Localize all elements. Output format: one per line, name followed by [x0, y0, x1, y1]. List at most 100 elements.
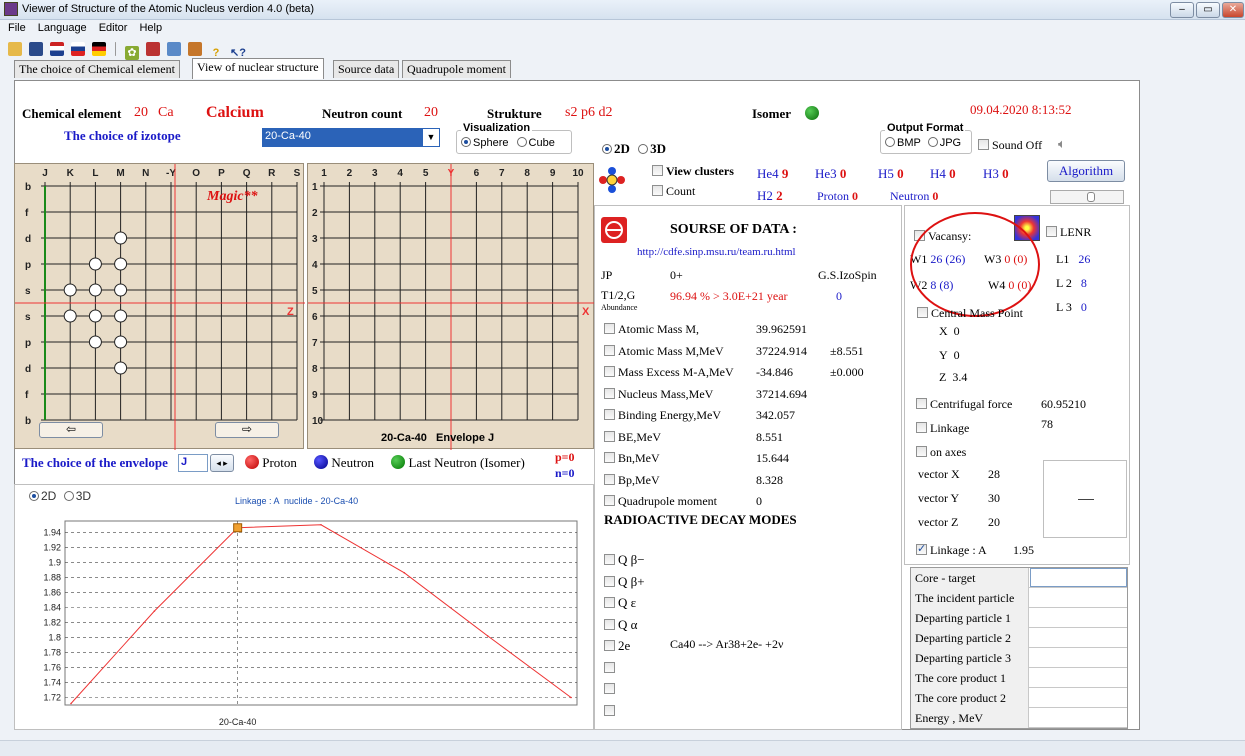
reaction-row[interactable]: Departing particle 2 [911, 628, 1127, 648]
minimize-button[interactable]: – [1170, 2, 1194, 18]
isotope-select[interactable]: 20-Ca-40 ▼ [262, 128, 440, 147]
property-checkbox[interactable] [604, 323, 615, 334]
chart-3d-radio[interactable] [63, 491, 74, 501]
last-neutron-legend: Last Neutron (Isomer) [408, 455, 525, 470]
mode-2d-radio[interactable] [602, 144, 612, 154]
decay-checkbox[interactable] [604, 683, 615, 694]
menu-editor[interactable]: Editor [91, 20, 132, 34]
decay-checkbox[interactable] [604, 704, 615, 716]
algorithm-button[interactable]: Algorithm [1047, 160, 1125, 182]
grid-col-label: S [294, 168, 301, 179]
reaction-row[interactable]: Departing particle 3 [911, 648, 1127, 668]
property-checkbox[interactable] [604, 344, 615, 356]
scroll-left-button[interactable]: ⇦ [39, 422, 103, 438]
chart-y-tick: 1.72 [43, 692, 61, 702]
central-mass-checkbox[interactable] [917, 307, 928, 318]
decay-row [604, 681, 618, 697]
print-icon[interactable] [188, 42, 202, 56]
decay-checkbox[interactable] [604, 554, 615, 565]
nucleon-circle[interactable] [88, 309, 102, 323]
property-checkbox[interactable] [604, 495, 615, 506]
nucleon-circle[interactable] [88, 257, 102, 271]
sphere-radio[interactable] [461, 137, 471, 147]
decay-checkbox[interactable] [604, 597, 615, 608]
linkage-checkbox[interactable] [916, 422, 927, 433]
chart-icon[interactable] [167, 42, 181, 56]
tab-nuclear-structure[interactable]: View of nuclear structure [192, 58, 324, 79]
count-checkbox[interactable] [652, 185, 663, 196]
bmp-radio[interactable] [885, 137, 895, 147]
sound-off-checkbox[interactable] [978, 139, 989, 150]
decay-checkbox[interactable] [604, 618, 615, 630]
speed-slider[interactable] [1050, 190, 1124, 204]
envelope-input[interactable]: J [178, 454, 208, 472]
reaction-row[interactable]: Departing particle 1 [911, 608, 1127, 628]
neutron-dot-icon [314, 455, 329, 469]
reaction-row[interactable]: Energy , MeV [911, 708, 1127, 728]
property-checkbox[interactable] [604, 430, 615, 442]
centrifugal-checkbox[interactable] [916, 398, 927, 409]
tab-source-data[interactable]: Source data [333, 60, 400, 78]
reaction-row-label: The core product 2 [911, 688, 1029, 708]
nucleon-circle[interactable] [114, 257, 128, 271]
flag-uk-icon[interactable] [50, 42, 64, 56]
property-checkbox[interactable] [604, 452, 615, 463]
neutron-count: n=0 [555, 466, 575, 480]
nucleon-circle[interactable] [114, 309, 128, 323]
chevron-down-icon[interactable]: ▼ [423, 129, 439, 146]
property-checkbox[interactable] [604, 387, 615, 399]
mode-3d-radio[interactable] [638, 144, 649, 154]
decay-row: Q ε [604, 595, 636, 611]
atom-icon[interactable]: ✿ [125, 46, 139, 60]
reaction-row[interactable]: The core product 1 [911, 668, 1127, 688]
flag-de-icon[interactable] [92, 42, 106, 56]
source-url[interactable]: http://cdfe.sinp.msu.ru/team.ru.html [637, 246, 796, 258]
speed-slider-thumb[interactable] [1087, 192, 1095, 202]
he3-label: He3 [815, 166, 837, 181]
chart-marker[interactable] [233, 523, 243, 533]
nucleon-circle[interactable] [63, 283, 77, 297]
menu-help[interactable]: Help [131, 20, 166, 34]
nucleon-circle[interactable] [114, 283, 128, 297]
decay-checkbox[interactable] [604, 575, 615, 587]
property-checkbox[interactable] [604, 473, 615, 485]
nucleon-circle[interactable] [114, 231, 128, 245]
maximize-button[interactable]: ▭ [1196, 2, 1220, 18]
property-label: Bn,MeV [618, 451, 660, 465]
decay-checkbox[interactable] [604, 661, 615, 673]
lenr-checkbox[interactable] [1046, 226, 1057, 237]
nucleon-circle[interactable] [88, 335, 102, 349]
nucleon-circle[interactable] [114, 361, 128, 375]
reaction-input[interactable] [1030, 568, 1127, 587]
nucleon-circle[interactable] [63, 309, 77, 323]
property-checkbox[interactable] [604, 366, 615, 377]
decay-checkbox[interactable] [604, 640, 615, 651]
menu-file[interactable]: File [0, 20, 30, 34]
chart-2d-radio[interactable] [29, 491, 39, 501]
grid-icon[interactable] [146, 42, 160, 56]
jpg-radio[interactable] [927, 137, 938, 147]
flag-ru-icon[interactable] [71, 42, 85, 56]
nucleon-circle[interactable] [114, 335, 128, 349]
tab-quadrupole[interactable]: Quadrupole moment [402, 60, 511, 78]
envelope-spinner[interactable]: ◂ ▸ [210, 454, 234, 472]
reaction-row[interactable]: The core product 2 [911, 688, 1127, 708]
view-clusters-checkbox[interactable] [652, 165, 663, 176]
open-icon[interactable] [8, 42, 22, 56]
menu-language[interactable]: Language [30, 20, 91, 34]
save-icon[interactable] [29, 42, 43, 56]
reaction-row[interactable]: The incident particle [911, 588, 1127, 608]
decay-label: Q α [618, 616, 638, 632]
tab-chemical-element[interactable]: The choice of Chemical element [14, 60, 180, 78]
linkage-a-checkbox[interactable] [916, 542, 927, 555]
reaction-row[interactable]: Core - target [911, 568, 1127, 588]
cube-radio[interactable] [516, 137, 527, 147]
grid-col-label: M [116, 168, 124, 179]
grid-col-label: 6 [474, 168, 480, 179]
chart-y-tick: 1.9 [48, 557, 61, 567]
nucleon-circle[interactable] [88, 283, 102, 297]
property-checkbox[interactable] [604, 409, 615, 420]
on-axes-checkbox[interactable] [916, 446, 927, 457]
scroll-right-button[interactable]: ⇨ [215, 422, 279, 438]
close-button[interactable]: ✕ [1222, 2, 1244, 18]
